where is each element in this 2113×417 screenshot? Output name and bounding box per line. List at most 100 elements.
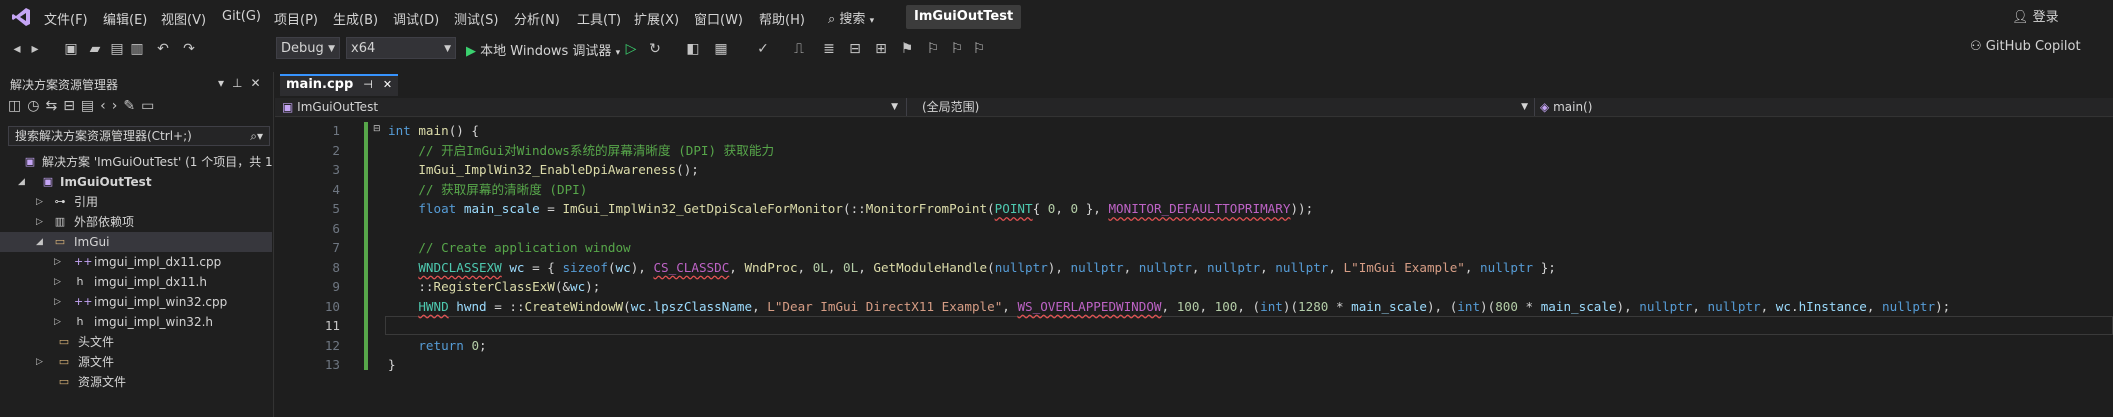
chevron-down-icon: ▼: [328, 44, 335, 54]
back-icon[interactable]: ◂: [8, 40, 26, 58]
uncomment-icon[interactable]: ⊞: [872, 40, 890, 58]
menu-item[interactable]: 工具(T): [577, 9, 621, 28]
configuration-select[interactable]: Debug ▼: [276, 37, 340, 59]
expand-icon[interactable]: ▷: [54, 312, 61, 332]
tab-main-cpp[interactable]: main.cpp ⊣ ✕: [280, 74, 399, 96]
hot-reload-icon[interactable]: ↻: [646, 40, 664, 58]
properties-icon[interactable]: ✎: [123, 98, 141, 114]
tree-item[interactable]: ▷ ▥ 外部依赖项: [0, 212, 272, 232]
tree-item[interactable]: ▭ 资源文件: [0, 372, 272, 392]
expanded-icon[interactable]: ◢: [18, 172, 25, 192]
menu-item[interactable]: 调试(D): [393, 9, 439, 28]
line-number: 11: [324, 318, 340, 333]
tree-item[interactable]: ▷ h imgui_impl_dx11.h: [0, 272, 272, 292]
close-icon[interactable]: ✕: [383, 78, 392, 91]
member-nav-select[interactable]: ◈ main(): [1540, 98, 2100, 116]
redo-icon[interactable]: ↷: [180, 40, 198, 58]
login-button[interactable]: 👤︎ 登录: [2012, 6, 2059, 25]
tree-item[interactable]: ▷ h imgui_impl_win32.h: [0, 312, 272, 332]
menu-item[interactable]: 帮助(H): [759, 9, 805, 28]
pin-icon[interactable]: ⊣: [363, 78, 373, 91]
expand-icon[interactable]: ▷: [36, 192, 43, 212]
show-all-files-icon[interactable]: ▤: [81, 98, 100, 114]
code-text: HWND hwnd = ::CreateWindowW(wc.lpszClass…: [418, 298, 1951, 314]
start-debugging-button[interactable]: ▶ 本地 Windows 调试器 ▾: [466, 40, 620, 59]
layout-icon[interactable]: ▦: [712, 40, 730, 58]
line-number: 13: [324, 357, 340, 372]
tree-item[interactable]: ▷ ⊶ 引用: [0, 192, 272, 212]
comment-icon[interactable]: ⊟: [846, 40, 864, 58]
new-item-icon[interactable]: ▣: [62, 40, 80, 58]
chevron-down-icon: ▼: [1521, 102, 1528, 112]
menu-item[interactable]: 分析(N): [514, 9, 560, 28]
expand-icon[interactable]: ▷: [54, 252, 61, 272]
tree-item[interactable]: ◢ ▭ ImGui: [0, 232, 272, 252]
tree-item[interactable]: ▣ 解决方案 'ImGuiOutTest' (1 个项目，共 1: [0, 152, 273, 172]
header-file-icon: h: [76, 315, 84, 328]
code-text: WNDCLASSEXW wc = { sizeof(wc), CS_CLASSD…: [418, 259, 1556, 275]
save-icon[interactable]: ▤: [108, 40, 126, 58]
solution-search-input[interactable]: 搜索解决方案资源管理器(Ctrl+;) ⌕▾: [8, 126, 270, 146]
collapse-all-icon[interactable]: ⊟: [63, 98, 81, 114]
menu-item[interactable]: 视图(V): [161, 9, 206, 28]
expand-icon[interactable]: ▷: [54, 272, 61, 292]
forward-icon[interactable]: ▸: [26, 40, 44, 58]
menu-item[interactable]: Git(G): [222, 9, 261, 25]
code-text: // 获取屏幕的清晰度 (DPI): [418, 181, 588, 197]
expand-icon[interactable]: ▷: [36, 352, 43, 372]
tree-item[interactable]: ▷ ++ imgui_impl_win32.cpp: [0, 292, 272, 312]
github-copilot-button[interactable]: ⚇ GitHub Copilot: [1970, 39, 2081, 54]
search-button[interactable]: ⌕ 搜索 ▾: [828, 8, 874, 27]
nav-separator: [906, 98, 907, 116]
sync-icon[interactable]: ⇆: [45, 98, 63, 114]
preview-icon[interactable]: ▭: [141, 98, 160, 114]
references-icon: ⊶: [54, 195, 66, 208]
document-tab-bar: [275, 72, 2113, 94]
prev-bookmark-icon[interactable]: ⚐: [924, 40, 942, 58]
scope-nav-select[interactable]: (全局范围) ▼: [922, 98, 1532, 116]
copilot-icon: ⚇: [1970, 39, 1982, 54]
user-icon: 👤︎: [2012, 10, 2029, 25]
tree-item[interactable]: ◢ ▣ ImGuiOutTest: [0, 172, 272, 192]
align-icon[interactable]: ≣: [820, 40, 838, 58]
breakpoint-icon[interactable]: ⎍: [790, 40, 808, 58]
spell-check-icon[interactable]: ✓: [754, 40, 772, 58]
clear-bookmarks-icon[interactable]: ⚐: [970, 40, 988, 58]
bookmark-icon[interactable]: ⚑: [898, 40, 916, 58]
menu-item[interactable]: 扩展(X): [634, 9, 679, 28]
platform-select[interactable]: x64 ▼: [346, 37, 456, 59]
close-icon[interactable]: ✕: [250, 76, 268, 90]
open-file-icon[interactable]: ▰: [86, 40, 104, 58]
menu-item[interactable]: 生成(B): [333, 9, 378, 28]
expand-icon[interactable]: ▷: [54, 292, 61, 312]
window-position-icon[interactable]: ▾: [218, 76, 232, 90]
history-icon[interactable]: ◷: [27, 98, 45, 114]
undo-icon[interactable]: ↶: [154, 40, 172, 58]
menu-item[interactable]: 测试(S): [454, 9, 498, 28]
project-nav-select[interactable]: ▣ ImGuiOutTest ▼: [282, 98, 902, 116]
menu-item[interactable]: 窗口(W): [694, 9, 743, 28]
save-all-icon[interactable]: ▥: [128, 40, 146, 58]
menu-item[interactable]: 项目(P): [274, 9, 318, 28]
expanded-icon[interactable]: ◢: [36, 232, 43, 252]
tree-item-label: 解决方案 'ImGuiOutTest' (1 个项目，共 1: [42, 155, 273, 169]
line-number: 1: [332, 123, 340, 138]
tree-item[interactable]: ▭ 头文件: [0, 332, 272, 352]
expand-icon[interactable]: ▷: [36, 212, 43, 232]
switch-view-icon[interactable]: ◫: [8, 98, 27, 114]
solution-icon: ▣: [24, 155, 36, 168]
tree-item[interactable]: ▷ ▭ 源文件: [0, 352, 272, 372]
menu-item[interactable]: 编辑(E): [103, 9, 147, 28]
solution-explorer-icon[interactable]: ◧: [684, 40, 702, 58]
code-view-icon[interactable]: ‹›: [100, 98, 123, 114]
next-bookmark-icon[interactable]: ⚐: [948, 40, 966, 58]
pin-icon[interactable]: ⊥: [232, 76, 250, 90]
menu-item[interactable]: 文件(F): [44, 9, 88, 28]
window-title: ImGuiOutTest: [906, 5, 1022, 29]
collapse-icon[interactable]: ⊟: [373, 124, 381, 134]
line-number: 5: [332, 201, 340, 216]
start-without-debugging-icon[interactable]: ▷: [622, 40, 640, 58]
tree-item[interactable]: ▷ ++ imgui_impl_dx11.cpp: [0, 252, 272, 272]
nav-project-label: ImGuiOutTest: [297, 100, 379, 114]
panel-window-buttons: ▾⊥✕: [218, 76, 269, 90]
